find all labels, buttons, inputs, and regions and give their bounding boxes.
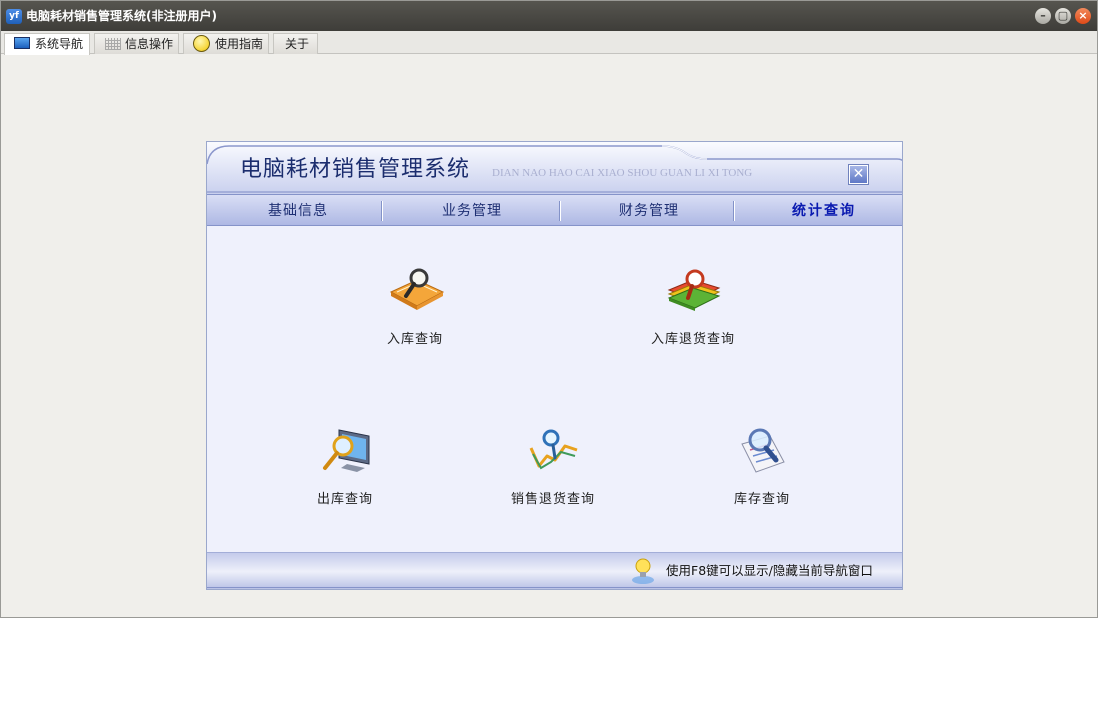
app-logo-icon: yf — [6, 9, 22, 24]
item-label: 销售退货查询 — [510, 492, 595, 507]
minimize-button[interactable]: – — [1035, 8, 1051, 24]
item-label: 出库查询 — [316, 492, 373, 507]
menu-basic-info[interactable]: 基础信息 — [268, 202, 328, 220]
title-bar[interactable]: yf 电脑耗材销售管理系统(非注册用户) – ▢ × — [1, 1, 1097, 31]
stock-in-return-query-item[interactable]: 入库退货查询 — [623, 266, 763, 366]
inventory-query-item[interactable]: 库存查询 — [692, 426, 832, 526]
item-label: 入库退货查询 — [650, 332, 735, 347]
navigation-panel: 电脑耗材销售管理系统 DIAN NAO HAO CAI XIAO SHOU GU… — [206, 141, 903, 590]
menu-separator — [733, 201, 735, 221]
close-button[interactable]: × — [1075, 8, 1091, 24]
tab-label: 信息操作 — [125, 37, 174, 51]
help-icon — [193, 35, 210, 52]
sales-return-query-item[interactable]: 销售退货查询 — [483, 426, 623, 526]
menu-statistics-query[interactable]: 统计查询 — [792, 202, 856, 220]
menu-separator — [381, 201, 383, 221]
panel-close-button[interactable]: ✕ — [848, 164, 869, 185]
app-window: yf 电脑耗材销售管理系统(非注册用户) – ▢ × 系统导航 信息操作 使用指… — [0, 0, 1098, 618]
category-menu-bar: 基础信息 业务管理 财务管理 统计查询 — [207, 194, 902, 226]
lightbulb-icon — [632, 558, 654, 584]
document-magnifier-icon — [741, 428, 785, 473]
chart-magnifier-icon — [529, 429, 578, 470]
panel-header: 电脑耗材销售管理系统 DIAN NAO HAO CAI XIAO SHOU GU… — [207, 142, 902, 194]
magnifier-book-icon — [389, 268, 445, 310]
tab-label: 关于 — [285, 37, 310, 51]
item-label: 入库查询 — [386, 332, 443, 347]
tab-bar: 系统导航 信息操作 使用指南 关于 — [1, 31, 1097, 55]
stock-out-query-item[interactable]: 出库查询 — [275, 426, 415, 526]
tab-system-navigation[interactable]: 系统导航 — [4, 33, 90, 55]
panel-pinyin-subtitle: DIAN NAO HAO CAI XIAO SHOU GUAN LI XI TO… — [492, 167, 753, 179]
stock-in-query-item[interactable]: 入库查询 — [345, 266, 485, 366]
item-label: 库存查询 — [733, 492, 790, 507]
panel-footer: 使用F8键可以显示/隐藏当前导航窗口 — [207, 552, 902, 589]
menu-separator — [559, 201, 561, 221]
maximize-button[interactable]: ▢ — [1055, 8, 1071, 24]
menu-business-management[interactable]: 业务管理 — [442, 202, 502, 220]
window-title: 电脑耗材销售管理系统(非注册用户) — [26, 9, 217, 23]
panel-title: 电脑耗材销售管理系统 — [240, 157, 471, 182]
tab-about[interactable]: 关于 — [273, 33, 318, 54]
tab-info-operation[interactable]: 信息操作 — [94, 33, 179, 54]
grid-icon — [105, 38, 121, 50]
books-magnifier-icon — [667, 269, 721, 311]
tab-label: 系统导航 — [35, 37, 84, 51]
f8-toggle-hint: 使用F8键可以显示/隐藏当前导航窗口 — [666, 563, 873, 578]
tab-label: 使用指南 — [215, 37, 264, 51]
menu-finance-management[interactable]: 财务管理 — [619, 202, 679, 220]
monitor-magnifier-icon — [323, 429, 370, 472]
footer-divider — [207, 587, 902, 588]
monitor-icon — [14, 37, 30, 49]
tab-user-guide[interactable]: 使用指南 — [183, 33, 269, 54]
